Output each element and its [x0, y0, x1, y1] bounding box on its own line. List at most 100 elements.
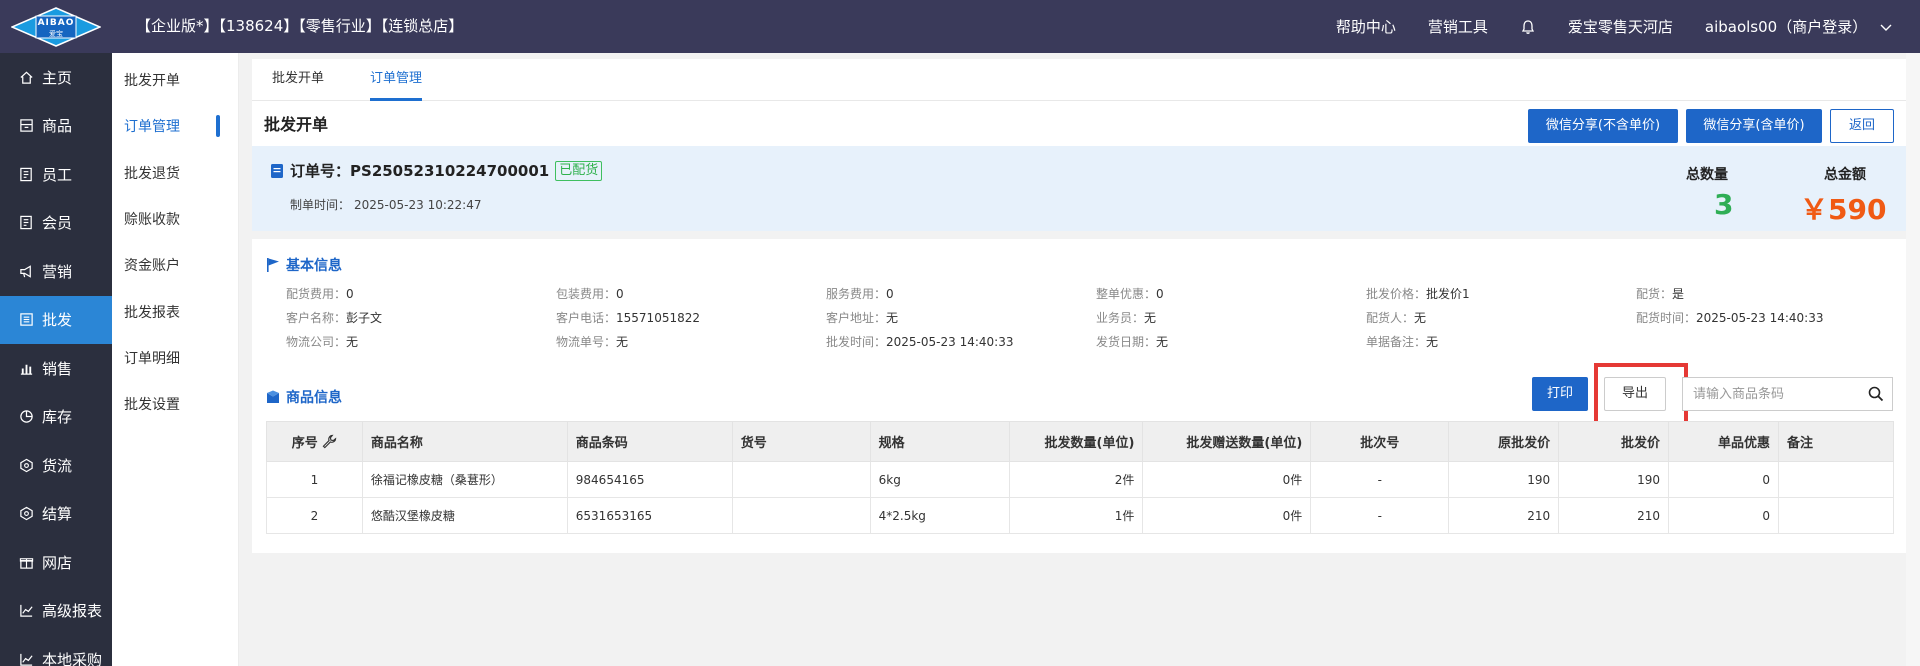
- tab-wholesale-order[interactable]: 批发开单: [272, 59, 324, 101]
- sidebar-item-label: 销售: [42, 359, 73, 378]
- staff-icon: [18, 166, 34, 182]
- sidebar-item-5[interactable]: 批发: [0, 295, 112, 344]
- document-icon: [271, 163, 283, 178]
- user-name: aibaols00（商户登录）: [1704, 18, 1868, 36]
- info-value: 无: [1156, 335, 1169, 349]
- marketing-tools-link[interactable]: 营销工具: [1428, 16, 1488, 37]
- info-field: 配货人：无: [1366, 309, 1426, 326]
- subnav-item-3[interactable]: 赊账收款: [112, 196, 238, 242]
- table-cell: 徐福记橡皮糖（桑葚形）: [361, 461, 568, 498]
- info-key: 整单优惠：: [1096, 287, 1157, 301]
- table-cell: 4*2.5kg: [869, 497, 1010, 534]
- help-center-link[interactable]: 帮助中心: [1336, 16, 1396, 37]
- info-field: 批发时间：2025-05-23 14:40:33: [826, 333, 1013, 350]
- edition-title: 【企业版*】【138624】【零售行业】【连锁总店】: [136, 17, 464, 35]
- info-field: 物流单号：无: [556, 333, 628, 350]
- table-cell: 190: [1558, 461, 1670, 498]
- subnav-item-7[interactable]: 批发设置: [112, 381, 238, 427]
- info-value: 2025-05-23 14:40:33: [1696, 311, 1824, 325]
- subnav-item-5[interactable]: 批发报表: [112, 288, 238, 334]
- logo-text: AIBAO: [37, 17, 75, 28]
- info-value: 无: [1144, 311, 1157, 325]
- total-amount-value: ￥590: [1800, 193, 1887, 226]
- table-cell: 0件: [1142, 461, 1312, 498]
- subnav-item-4[interactable]: 资金账户: [112, 242, 238, 288]
- table-cell: [731, 497, 871, 534]
- flow-icon: [18, 457, 34, 473]
- goods-info-title: 商品信息: [266, 387, 342, 407]
- table-cell: [731, 461, 871, 498]
- sidebar-item-3[interactable]: 会员: [0, 199, 112, 248]
- sidebar-item-7[interactable]: 库存: [0, 393, 112, 442]
- order-summary: 订单号： PS25052310224700001 已配货 制单时间： 2025-05…: [252, 146, 1906, 231]
- basic-info-panel: 基本信息 配货费用：0 包装费用：0 服务费用：0 整单优惠：0 批发价格：批发价1 配货…: [252, 239, 1906, 363]
- wechat-share-price-button[interactable]: 微信分享(含单价): [1686, 109, 1822, 143]
- sidebar-item-1[interactable]: 商品: [0, 102, 112, 151]
- sidebar-item-2[interactable]: 员工: [0, 150, 112, 199]
- sidebar-item-6[interactable]: 销售: [0, 344, 112, 393]
- table-cell: [1777, 497, 1895, 534]
- sidebar-item-10[interactable]: 网店: [0, 538, 112, 587]
- sidebar-item-8[interactable]: 货流: [0, 441, 112, 490]
- table-row[interactable]: 2 悠酷汉堡橡皮糖 6531653165 4*2.5kg 1件 0件 -210 210 0: [266, 497, 1895, 534]
- col-discount: 单品优惠: [1668, 421, 1779, 462]
- basic-info-title-text: 基本信息: [286, 258, 342, 274]
- col-original-price: 原批发价: [1448, 421, 1560, 462]
- info-value: 无: [1426, 335, 1439, 349]
- table-row[interactable]: 1 徐福记橡皮糖（桑葚形） 984654165 6kg 2件 0件 -190 190 0: [266, 461, 1895, 498]
- info-field: 整单优惠：0: [1096, 285, 1164, 302]
- wrench-icon[interactable]: [322, 434, 337, 449]
- info-value: 0: [346, 287, 354, 301]
- sidebar-item-0[interactable]: 主页: [0, 53, 112, 102]
- bell-icon[interactable]: [1520, 19, 1536, 35]
- info-field: 客户电话：15571051822: [556, 309, 700, 326]
- wechat-share-no-price-button[interactable]: 微信分享(不含单价): [1528, 109, 1678, 143]
- info-field: 服务费用：0: [826, 285, 894, 302]
- table-cell: 210: [1448, 497, 1560, 534]
- print-button[interactable]: 打印: [1532, 377, 1588, 411]
- info-value: 0: [616, 287, 624, 301]
- info-value: 批发价1: [1426, 287, 1470, 301]
- page-scrollbar[interactable]: [1906, 53, 1920, 666]
- barcode-search-input[interactable]: [1683, 378, 1863, 410]
- subnav-item-6[interactable]: 订单明细: [112, 335, 238, 381]
- tab-order-management[interactable]: 订单管理: [370, 59, 423, 101]
- table-cell: 210: [1558, 497, 1670, 534]
- sidebar-item-4[interactable]: 营销: [0, 247, 112, 296]
- info-key: 发货日期：: [1096, 335, 1157, 349]
- info-key: 配货人：: [1366, 311, 1415, 325]
- table-header-row: 序号 商品名称 商品条码 货号 规格 批发数量(单位) 批发赠送数量(单位) 批…: [266, 421, 1895, 462]
- col-qty: 批发数量(单位): [1008, 421, 1144, 462]
- subnav-item-0[interactable]: 批发开单: [112, 57, 238, 103]
- sidebar-item-label: 主页: [42, 68, 73, 87]
- sidebar-item-label: 商品: [42, 117, 73, 136]
- box-icon: [18, 118, 34, 134]
- info-key: 配货费用：: [286, 287, 347, 301]
- table-cell: 0: [1668, 461, 1779, 498]
- logo[interactable]: AIBAO 爱宝: [0, 0, 112, 53]
- info-key: 物流公司：: [286, 335, 347, 349]
- info-row: 客户名称：彭子文 客户电话：15571051822 客户地址：无 业务员：无 配货人：无…: [286, 309, 1886, 333]
- subnav-item-1[interactable]: 订单管理: [112, 103, 238, 149]
- search-icon[interactable]: [1868, 386, 1884, 402]
- store-name[interactable]: 爱宝零售天河店: [1568, 16, 1673, 37]
- sidebar-item-12[interactable]: 本地采购: [0, 635, 112, 666]
- info-value: 无: [886, 311, 899, 325]
- user-menu[interactable]: aibaols00（商户登录）: [1705, 16, 1892, 37]
- info-field: 客户名称：彭子文: [286, 309, 382, 326]
- info-field: 配货费用：0: [286, 285, 354, 302]
- back-button[interactable]: 返回: [1830, 109, 1894, 143]
- info-key: 配货时间：: [1636, 311, 1697, 325]
- info-value: 彭子文: [346, 311, 383, 325]
- goods-info-panel: 商品信息 打印 导出 序号 商品名称 商品条码 货号: [252, 363, 1906, 553]
- info-value: 无: [1414, 311, 1427, 325]
- subnav-item-2[interactable]: 批发退货: [112, 150, 238, 196]
- sidebar-item-11[interactable]: 高级报表: [0, 587, 112, 636]
- settle-icon: [18, 506, 34, 522]
- table-cell: 1: [266, 461, 363, 498]
- page-title: 批发开单: [264, 115, 329, 134]
- sub-sidebar: 批发开单 订单管理 批发退货 赊账收款 资金账户 批发报表 订单明细 批发设置: [112, 53, 239, 666]
- order-number: PS25052310224700001: [350, 161, 550, 180]
- info-value: 15571051822: [616, 311, 700, 325]
- sidebar-item-9[interactable]: 结算: [0, 490, 112, 539]
